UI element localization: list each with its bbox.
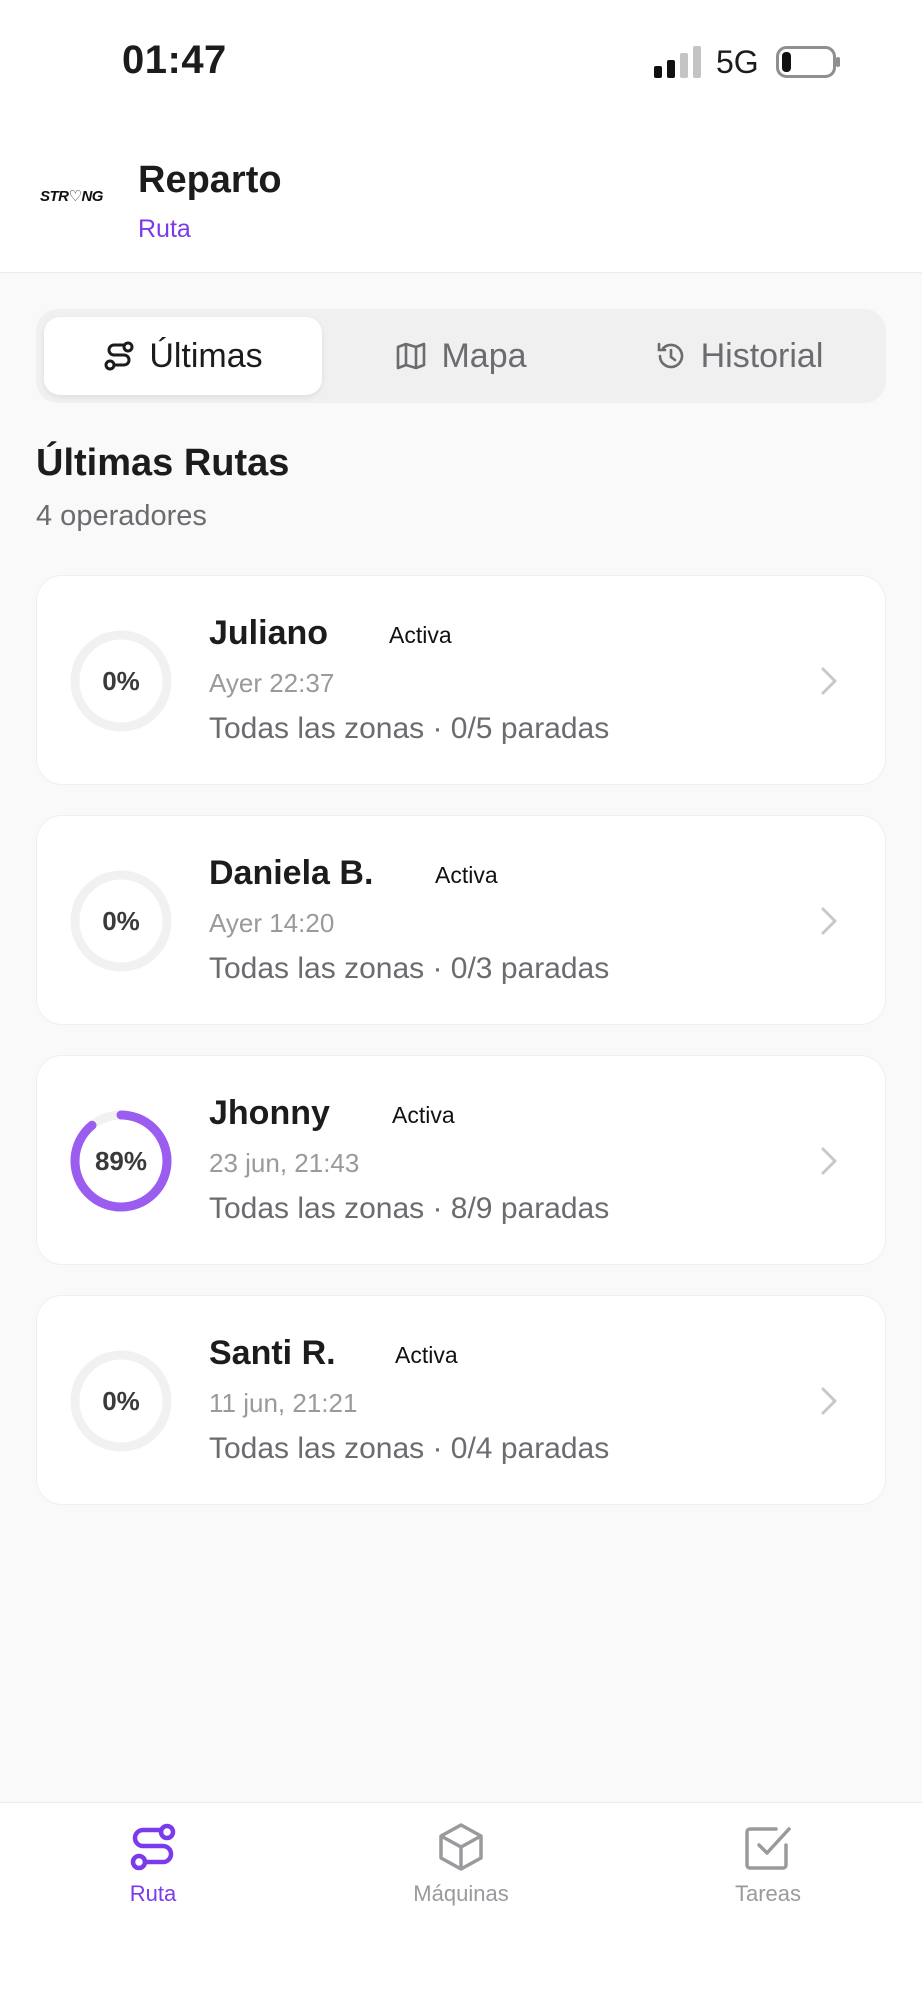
route-detail: Todas las zonas · 0/3 paradas: [209, 952, 610, 985]
progress-label: 0%: [102, 665, 140, 696]
route-card-daniela[interactable]: 0% Daniela B. Activa Ayer 14:20 Todas la…: [36, 815, 886, 1025]
page-subtitle: Ruta: [138, 215, 191, 243]
route-card-jhonny[interactable]: 89% Jhonny Activa 23 jun, 21:43 Todas la…: [36, 1055, 886, 1265]
route-icon: [104, 341, 134, 371]
route-detail: Todas las zonas · 8/9 paradas: [209, 1192, 610, 1225]
status-badge: Activa: [389, 622, 452, 648]
chevron-right-icon: [821, 1387, 837, 1415]
nav-item-ruta[interactable]: Ruta: [53, 1821, 253, 1931]
app-header: STR♡NG Reparto Ruta: [0, 125, 922, 273]
history-icon: [657, 342, 683, 369]
nav-item-tareas[interactable]: Tareas: [668, 1821, 868, 1931]
route-card-juliano[interactable]: 0% Juliano Activa Ayer 22:37 Todas las z…: [36, 575, 886, 785]
map-icon: [397, 342, 426, 370]
view-segmented-control: Últimas Mapa Historial: [36, 309, 886, 403]
tab-mapa[interactable]: Mapa: [322, 317, 600, 395]
progress-label: 0%: [102, 905, 140, 936]
page-title: Reparto: [138, 159, 282, 201]
nav-label: Máquinas: [413, 1881, 509, 1906]
brand-logo: STR♡NG: [40, 188, 103, 205]
route-card-santi[interactable]: 0% Santi R. Activa 11 jun, 21:21 Todas l…: [36, 1295, 886, 1505]
operator-name: Juliano: [209, 614, 329, 652]
operator-name: Jhonny: [209, 1094, 330, 1132]
status-time: 01:47: [122, 38, 227, 82]
section-subtitle: 4 operadores: [36, 500, 207, 532]
tab-ultimas[interactable]: Últimas: [44, 317, 322, 395]
operator-name: Daniela B.: [209, 854, 374, 892]
section-title: Últimas Rutas: [36, 442, 290, 484]
tab-label: Últimas: [149, 336, 263, 375]
status-bar: 01:47 5G: [0, 0, 922, 125]
operator-name: Santi R.: [209, 1334, 336, 1372]
status-badge: Activa: [435, 862, 498, 888]
chevron-right-icon: [821, 907, 837, 935]
tab-historial[interactable]: Historial: [600, 317, 878, 395]
progress-label: 89%: [94, 1145, 148, 1176]
route-detail: Todas las zonas · 0/5 paradas: [209, 712, 610, 745]
checkbox-icon: [745, 1827, 791, 1870]
chevron-right-icon: [821, 667, 837, 695]
nav-label: Tareas: [734, 1881, 802, 1906]
network-label: 5G: [716, 44, 759, 80]
tab-label: Historial: [700, 336, 824, 375]
chevron-right-icon: [821, 1147, 837, 1175]
route-time: Ayer 14:20: [209, 908, 335, 938]
signal-bars-icon: [654, 46, 701, 78]
nav-item-maquinas[interactable]: Máquinas: [361, 1821, 561, 1931]
box-icon: [439, 1823, 483, 1871]
route-time: Ayer 22:37: [209, 668, 335, 698]
progress-label: 0%: [102, 1385, 140, 1416]
tab-label: Mapa: [441, 336, 527, 375]
bottom-navigation: Ruta Máquinas Tareas: [0, 1802, 922, 1998]
nav-label: Ruta: [129, 1881, 177, 1906]
route-detail: Todas las zonas · 0/4 paradas: [209, 1432, 610, 1465]
route-time: 23 jun, 21:43: [209, 1148, 360, 1178]
battery-low-icon: [776, 46, 840, 78]
status-badge: Activa: [392, 1102, 455, 1128]
route-icon: [130, 1823, 176, 1871]
status-badge: Activa: [395, 1342, 458, 1368]
route-time: 11 jun, 21:21: [209, 1388, 358, 1418]
